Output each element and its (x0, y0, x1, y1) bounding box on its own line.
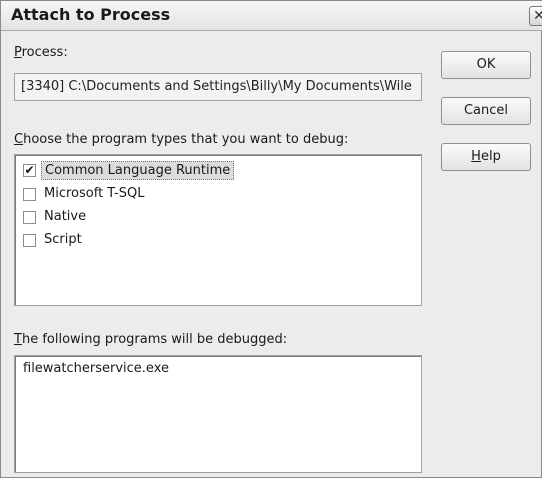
checkbox-native[interactable] (23, 211, 36, 224)
process-label: Process: (14, 45, 68, 60)
process-label-accesskey: P (14, 45, 22, 60)
debugged-programs-label-accesskey: T (14, 332, 22, 347)
close-button[interactable]: ✕ (529, 6, 542, 26)
dialog-title: Attach to Process (11, 5, 171, 24)
close-icon: ✕ (533, 8, 542, 24)
program-types-label-accesskey: C (14, 132, 24, 147)
debugged-programs-label-text: he following programs will be debugged: (21, 332, 288, 347)
ok-button[interactable]: OK (441, 51, 531, 79)
checkbox-clr[interactable]: ✔ (23, 164, 36, 177)
program-types-label: Choose the program types that you want t… (14, 132, 348, 147)
process-field[interactable]: [3340] C:\Documents and Settings\Billy\M… (14, 73, 422, 101)
process-value: [3340] C:\Documents and Settings\Billy\M… (21, 79, 412, 94)
checkbox-script[interactable] (23, 234, 36, 247)
program-types-label-text: hoose the program types that you want to… (23, 132, 349, 147)
attach-to-process-dialog: Attach to Process ✕ Process: [3340] C:\D… (0, 0, 542, 478)
process-label-text: rocess: (21, 45, 68, 60)
title-bar[interactable]: Attach to Process ✕ (1, 1, 542, 31)
program-type-label: Microsoft T-SQL (44, 186, 145, 201)
debugged-programs-label: The following programs will be debugged: (14, 332, 287, 347)
program-type-label: Common Language Runtime (41, 161, 235, 180)
help-button[interactable]: Help (441, 143, 531, 171)
program-types-list[interactable]: ✔ Common Language Runtime Microsoft T-SQ… (14, 154, 422, 306)
program-type-label: Native (44, 209, 87, 224)
debugged-program-item: filewatcherservice.exe (23, 361, 169, 376)
program-type-label: Script (44, 232, 82, 247)
checkbox-tsql[interactable] (23, 188, 36, 201)
help-accesskey: H (471, 149, 481, 164)
help-text: elp (480, 149, 501, 164)
debugged-programs-list[interactable]: filewatcherservice.exe (14, 355, 422, 473)
cancel-button[interactable]: Cancel (441, 97, 531, 125)
